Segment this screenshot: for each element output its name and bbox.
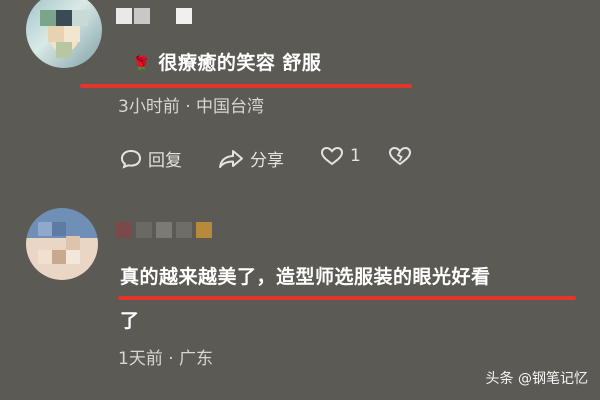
comment-location: 中国台湾 bbox=[196, 97, 265, 117]
highlight-underline bbox=[80, 84, 412, 88]
like-count: 1 bbox=[350, 146, 361, 166]
watermark-author: @钢笔记忆 bbox=[518, 371, 588, 387]
reply-bubble-icon bbox=[120, 149, 142, 169]
broken-heart-icon bbox=[388, 146, 412, 166]
reply-label: 回复 bbox=[148, 151, 182, 171]
dislike-button[interactable] bbox=[388, 146, 418, 166]
comment-time: 1天前 bbox=[118, 349, 163, 369]
comment-time: 3小时前 bbox=[118, 97, 180, 117]
comment-text: 了 bbox=[120, 306, 140, 333]
avatar[interactable] bbox=[26, 208, 98, 280]
comment-location: 广东 bbox=[179, 349, 214, 369]
comment-text: 真的越来越美了，造型师选服装的眼光好看 bbox=[120, 262, 491, 289]
like-button[interactable]: 1 bbox=[320, 146, 361, 166]
heart-icon bbox=[320, 146, 344, 166]
rose-emoji-icon: 🌹 bbox=[132, 55, 152, 73]
reply-button[interactable]: 回复 bbox=[120, 146, 182, 171]
username-mosaic[interactable] bbox=[116, 8, 236, 28]
comment-meta: 3小时前 · 中国台湾 bbox=[118, 92, 264, 117]
watermark: 头条 @钢笔记忆 bbox=[486, 368, 588, 388]
comment-text: 🌹 很療癒的笑容 舒服 bbox=[132, 48, 321, 75]
comment-meta: 1天前 · 广东 bbox=[118, 344, 213, 369]
meta-separator: · bbox=[185, 97, 191, 117]
comment-text-content: 很療癒的笑容 舒服 bbox=[158, 52, 322, 74]
share-arrow-icon bbox=[219, 149, 243, 168]
share-label: 分享 bbox=[250, 151, 284, 171]
username-mosaic[interactable] bbox=[116, 222, 236, 242]
share-button[interactable]: 分享 bbox=[218, 146, 284, 171]
meta-separator: · bbox=[168, 349, 174, 369]
comment-text-line2: 了 bbox=[120, 310, 140, 332]
avatar[interactable] bbox=[26, 0, 102, 68]
comment-text-line1: 真的越来越美了，造型师选服装的眼光好看 bbox=[120, 266, 491, 288]
watermark-platform: 头条 bbox=[485, 371, 514, 387]
highlight-underline bbox=[118, 296, 576, 300]
